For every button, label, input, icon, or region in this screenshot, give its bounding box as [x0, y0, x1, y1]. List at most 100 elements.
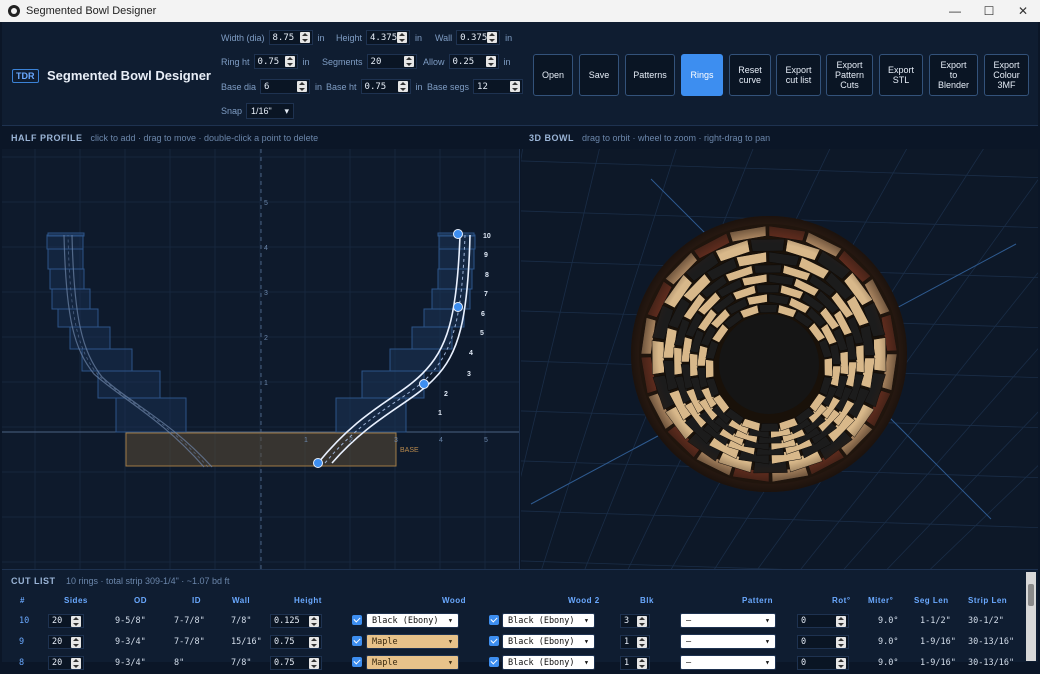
- control-point[interactable]: [419, 379, 429, 389]
- wood-checkbox[interactable]: [352, 636, 362, 646]
- wood-checkbox[interactable]: [352, 615, 362, 625]
- export-stl-button[interactable]: Export STL: [879, 54, 923, 96]
- wood2-checkbox[interactable]: [489, 636, 499, 646]
- spinner-icon[interactable]: [309, 657, 319, 669]
- half-profile-canvas[interactable]: BASE 1 2 3 4 5 6 7 8 9 10 1 2 3 4 5 1 2 3 4 5: [2, 149, 520, 569]
- wall-value: 7/8": [231, 616, 252, 626]
- wood-select[interactable]: Black (Ebony) ▾: [366, 613, 459, 628]
- spinner-icon[interactable]: [299, 32, 310, 43]
- spinner-icon[interactable]: [836, 615, 846, 627]
- height-input[interactable]: 0.125: [270, 614, 322, 628]
- sides-input[interactable]: 20: [48, 656, 84, 670]
- sides-input[interactable]: 20: [48, 635, 84, 649]
- sides-input[interactable]: 20: [48, 614, 84, 628]
- reset-curve-button[interactable]: Reset curve: [729, 54, 771, 96]
- app-icon: [8, 5, 20, 17]
- base-ht-input[interactable]: 0.75: [360, 79, 411, 94]
- chevron-down-icon: ▾: [447, 636, 453, 647]
- half-profile-svg[interactable]: BASE 1 2 3 4 5 6 7 8 9 10 1 2 3 4 5 1 2 3 4 5: [2, 149, 520, 569]
- ring-block: [361, 370, 425, 399]
- col-seg-len: Seg Len: [914, 596, 949, 605]
- base-segs-input[interactable]: 12: [473, 79, 524, 94]
- spinner-icon[interactable]: [309, 615, 319, 627]
- wood2-select[interactable]: Black (Ebony) ▾: [502, 655, 595, 670]
- open-button[interactable]: Open: [533, 54, 573, 96]
- spinner-icon[interactable]: [309, 636, 319, 648]
- spinner-icon[interactable]: [71, 636, 81, 648]
- ring-number: 9: [19, 637, 25, 647]
- spinner-icon[interactable]: [836, 636, 846, 648]
- spinner-icon[interactable]: [836, 657, 846, 669]
- base-segs-value: 12: [477, 81, 488, 92]
- wood2-checkbox[interactable]: [489, 657, 499, 667]
- spinner-icon[interactable]: [71, 615, 81, 627]
- spinner-icon[interactable]: [637, 615, 647, 627]
- segments-input[interactable]: 20: [366, 54, 417, 69]
- rot-input[interactable]: 0: [797, 635, 849, 649]
- spinner-icon[interactable]: [510, 81, 521, 92]
- app-title: Segmented Bowl Designer: [47, 68, 211, 83]
- spinner-icon[interactable]: [403, 56, 414, 67]
- rings-button[interactable]: Rings: [681, 54, 723, 96]
- spinner-icon[interactable]: [397, 81, 408, 92]
- height-unit: in: [415, 32, 423, 43]
- cut-list-panel: CUT LIST 10 rings · total strip 309-1/4"…: [2, 569, 1038, 670]
- bowl-3d-svg[interactable]: [521, 149, 1038, 569]
- snap-select[interactable]: 1/16" ▾: [246, 103, 295, 119]
- control-point[interactable]: [453, 229, 463, 239]
- spinner-icon[interactable]: [71, 657, 81, 669]
- wood2-select[interactable]: Black (Ebony) ▾: [502, 634, 595, 649]
- pattern-select[interactable]: – ▾: [680, 634, 776, 649]
- chevron-down-icon: ▾: [764, 615, 770, 626]
- spinner-icon[interactable]: [637, 657, 647, 669]
- scrollbar-thumb[interactable]: [1028, 584, 1034, 606]
- wood-checkbox[interactable]: [352, 657, 362, 667]
- spinner-icon[interactable]: [487, 32, 498, 43]
- base-ht-value: 0.75: [364, 81, 387, 92]
- control-point[interactable]: [453, 302, 463, 312]
- ring-ht-label: Ring ht: [221, 56, 250, 67]
- spinner-icon[interactable]: [637, 636, 647, 648]
- patterns-button[interactable]: Patterns: [625, 54, 675, 96]
- strip-len-value: 30-1/2": [968, 616, 1004, 626]
- export-colour-3mf-button[interactable]: Export Colour 3MF: [984, 54, 1029, 96]
- allow-input[interactable]: 0.25: [448, 54, 499, 69]
- wood-select[interactable]: Maple ▾: [366, 655, 459, 670]
- wood2-checkbox[interactable]: [489, 615, 499, 625]
- bowl-3d-viewport[interactable]: [521, 149, 1038, 569]
- blk-input[interactable]: 1: [620, 656, 650, 670]
- rot-input[interactable]: 0: [797, 614, 849, 628]
- chevron-down-icon: ▾: [583, 657, 589, 668]
- half-profile-title: HALF PROFILE: [11, 133, 83, 143]
- export-blender-button[interactable]: Export to Blender: [929, 54, 978, 96]
- cut-list-scrollbar[interactable]: [1026, 572, 1036, 661]
- height-input[interactable]: 0.75: [270, 656, 322, 670]
- export-cut-list-button[interactable]: Export cut list: [776, 54, 821, 96]
- wall-input[interactable]: 0.375: [456, 30, 501, 45]
- height-input[interactable]: 4.375: [366, 30, 411, 45]
- blk-input[interactable]: 3: [620, 614, 650, 628]
- spinner-icon[interactable]: [397, 32, 408, 43]
- ring-ht-value: 0.75: [257, 56, 280, 67]
- minimize-icon[interactable]: —: [938, 0, 972, 22]
- height-input[interactable]: 0.75: [270, 635, 322, 649]
- pattern-select[interactable]: – ▾: [680, 655, 776, 670]
- save-button[interactable]: Save: [579, 54, 619, 96]
- rot-input[interactable]: 0: [797, 656, 849, 670]
- cut-list-table-header: # Sides OD ID Wall Height Wood Wood 2 Bl…: [2, 596, 1026, 608]
- width-input[interactable]: 8.75: [268, 30, 313, 45]
- spinner-icon[interactable]: [485, 56, 496, 67]
- blk-input-value: 1: [624, 658, 630, 668]
- wood-select[interactable]: Maple ▾: [366, 634, 459, 649]
- close-icon[interactable]: ✕: [1006, 0, 1040, 22]
- spinner-icon[interactable]: [297, 81, 308, 92]
- ring-ht-input[interactable]: 0.75: [253, 54, 298, 69]
- export-pattern-cuts-button[interactable]: Export Pattern Cuts: [826, 54, 873, 96]
- wood2-select[interactable]: Black (Ebony) ▾: [502, 613, 595, 628]
- control-point[interactable]: [313, 458, 323, 468]
- base-dia-input[interactable]: 6: [260, 79, 311, 94]
- pattern-select[interactable]: – ▾: [680, 613, 776, 628]
- blk-input[interactable]: 1: [620, 635, 650, 649]
- maximize-icon[interactable]: ☐: [972, 0, 1006, 22]
- spinner-icon[interactable]: [284, 56, 295, 67]
